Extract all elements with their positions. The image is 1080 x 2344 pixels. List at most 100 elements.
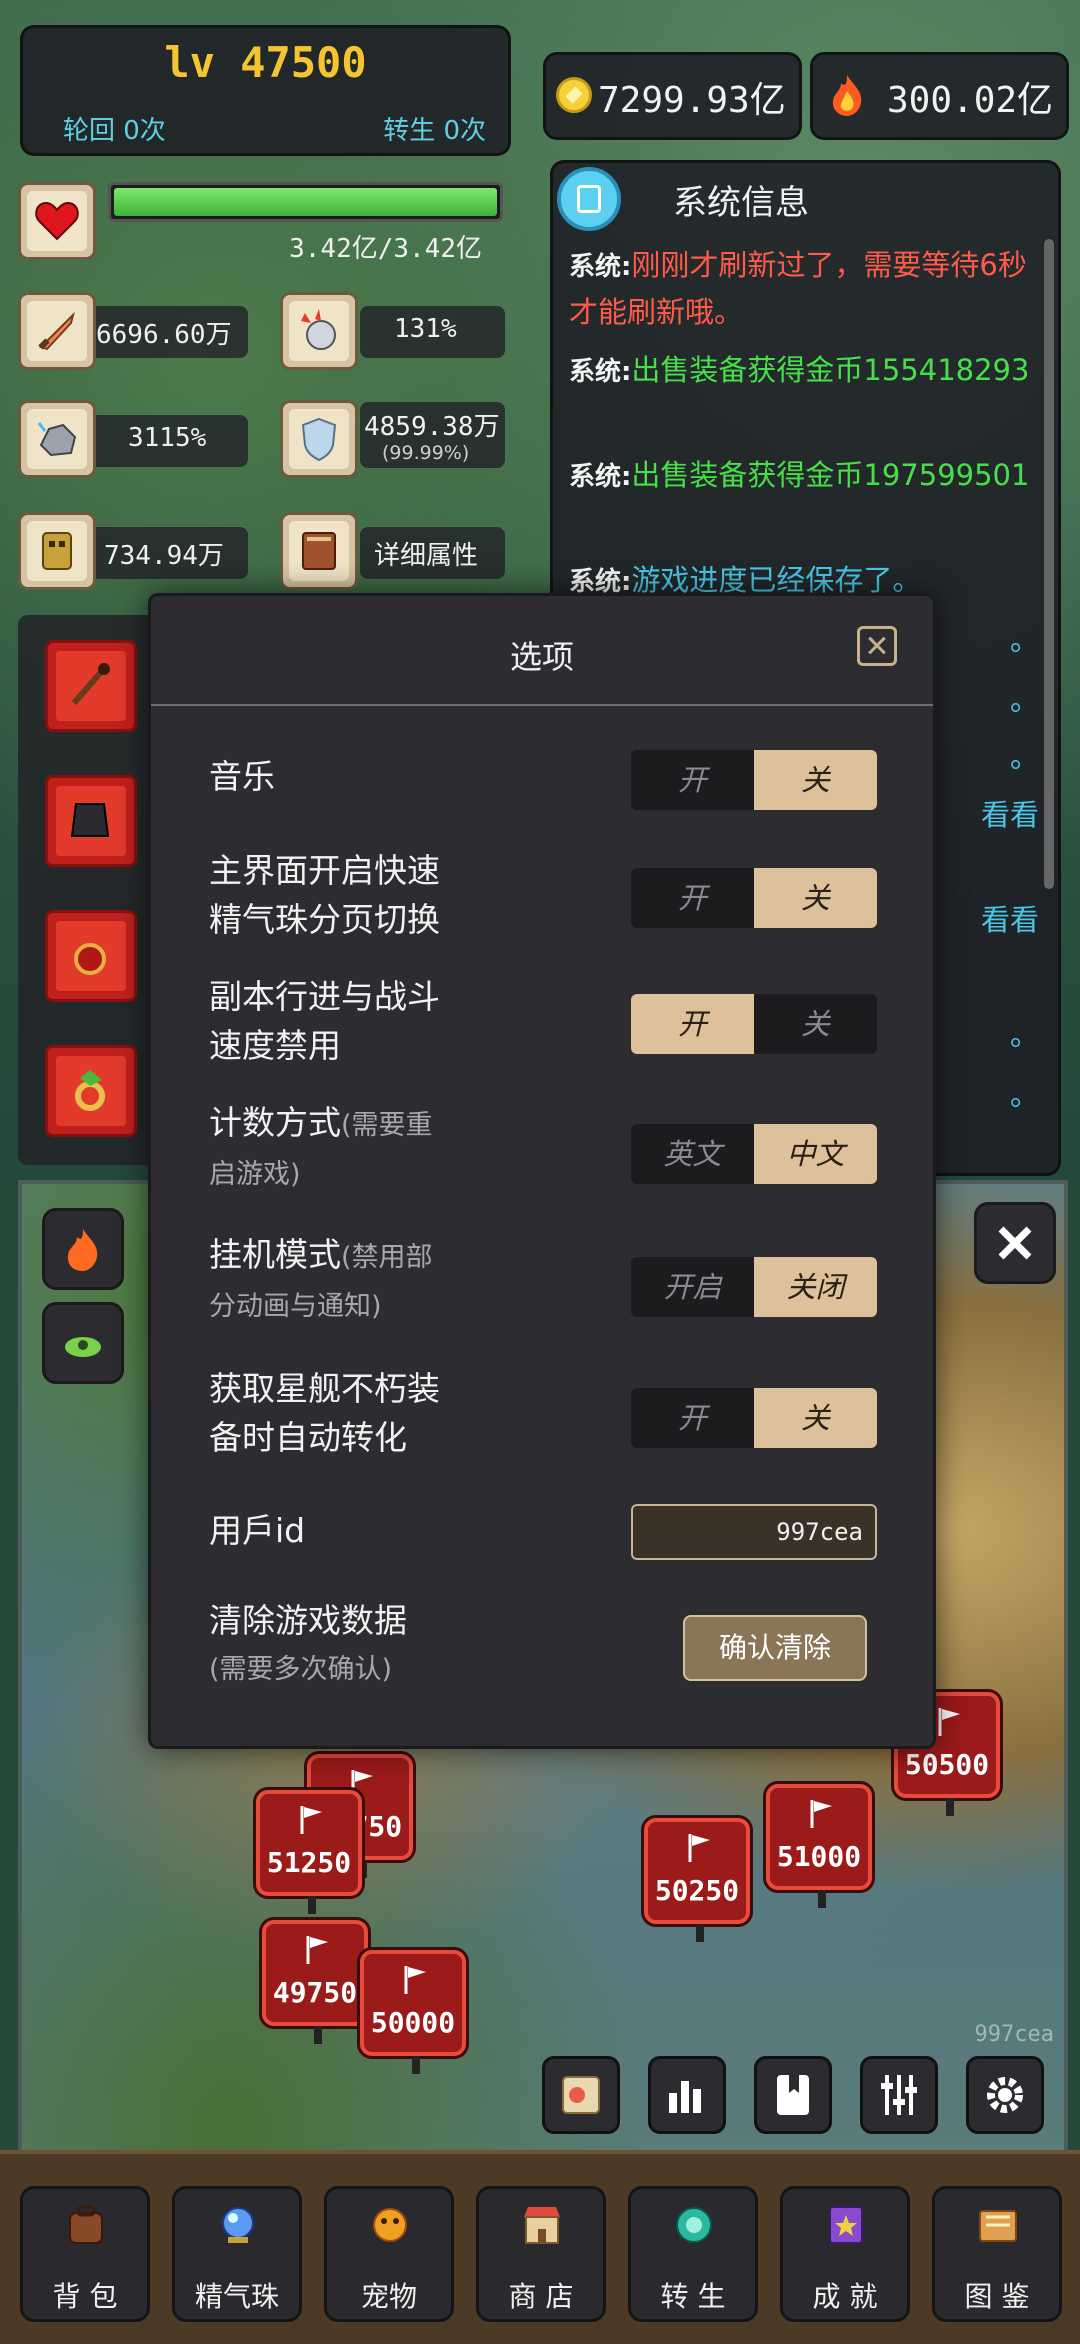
system-message-text: 游戏进度已经保存了。 [631, 563, 922, 597]
nav-shop[interactable]: 商 店 [476, 2186, 606, 2322]
gear-icon [987, 2077, 1023, 2113]
system-info-title: 系统信息 [673, 183, 809, 223]
stage-marker[interactable]: 49750 [262, 1920, 368, 2044]
toggle-on-option[interactable]: 开 [631, 750, 754, 810]
option-label-text: 精气珠分页切换 [209, 900, 440, 939]
equip-slot-armor[interactable] [45, 775, 137, 867]
sliders-button[interactable] [860, 2056, 938, 2134]
impact-icon [301, 309, 336, 350]
toggle-on-option[interactable]: 开 [631, 1388, 754, 1448]
nav-pet[interactable]: 宠物 [324, 2186, 454, 2322]
system-tag: 系统: [569, 252, 632, 282]
auto-convert-toggle[interactable]: 开 关 [631, 1388, 877, 1448]
close-icon[interactable] [857, 626, 897, 666]
nav-label: 商 店 [508, 2280, 574, 2313]
details-button[interactable]: 详细属性 [360, 527, 505, 579]
sword-icon [38, 311, 75, 351]
stage-marker[interactable]: 50000 [360, 1950, 466, 2074]
gallery-button[interactable] [542, 2056, 620, 2134]
toggle-on-option[interactable]: 开 [631, 868, 754, 928]
stage-marker[interactable]: 51000 [766, 1784, 872, 1908]
crit-value: 131% [394, 314, 457, 344]
toggle-english-option[interactable]: 英文 [631, 1124, 754, 1184]
toggle-chinese-option[interactable]: 中文 [754, 1124, 877, 1184]
crit-damage-value: 3115% [128, 423, 207, 453]
close-icon [998, 1226, 1032, 1260]
quick-switch-toggle[interactable]: 开 关 [631, 868, 877, 928]
option-label-text: 备时自动转化 [209, 1418, 407, 1457]
nav-label: 精气珠 [194, 2280, 279, 2313]
nav-achievement[interactable]: 成 就 [780, 2186, 910, 2322]
confirm-clear-button[interactable]: 确认清除 [683, 1615, 867, 1681]
sprout-icon [65, 1337, 101, 1357]
system-scrollbar[interactable] [1044, 239, 1054, 889]
equip-slot-ring[interactable] [45, 1045, 137, 1137]
option-hint: (需要重 [341, 1110, 433, 1141]
stage-number: 50250 [654, 1874, 740, 1907]
music-toggle[interactable]: 开 关 [631, 750, 877, 810]
nav-backpack[interactable]: 背 包 [20, 2186, 150, 2322]
crit-stat: 131% [360, 306, 505, 358]
speed-disable-toggle[interactable]: 开 关 [631, 994, 877, 1054]
user-id-field[interactable]: 997cea [631, 1504, 877, 1560]
stage-marker[interactable]: 50250 [644, 1818, 750, 1942]
staff-icon [71, 663, 110, 705]
toggle-off-option[interactable]: 关闭 [754, 1257, 877, 1317]
toggle-on-option[interactable]: 开启 [631, 1257, 754, 1317]
ring-icon [75, 1070, 105, 1111]
system-message-text: 出售装备获得金币197599501 [631, 458, 1030, 492]
stats-chart-button[interactable] [648, 2056, 726, 2134]
crit-damage-tile [18, 400, 96, 478]
crit-tile [280, 292, 358, 370]
heart-icon [35, 201, 79, 241]
map-pet-button[interactable] [42, 1302, 124, 1384]
nav-label: 背 包 [52, 2280, 118, 2313]
toggle-off-option[interactable]: 关 [754, 1388, 877, 1448]
nav-orb[interactable]: 精气珠 [172, 2186, 302, 2322]
toggle-off-option[interactable]: 关 [754, 868, 877, 928]
player-level: lv 47500 [164, 38, 367, 87]
settings-button[interactable] [966, 2056, 1044, 2134]
rebirth-icon [676, 2207, 712, 2243]
bottom-navigation: 背 包 精气珠 宠物 商 店 转 生 成 就 图 鉴 [0, 2150, 1080, 2344]
sliders-icon [881, 2075, 917, 2115]
orb-icon [222, 2207, 254, 2243]
option-label-text: 副本行进与战斗 [209, 977, 440, 1016]
clear-data-title: 清除游戏数据 [209, 1601, 407, 1640]
flag-icon [810, 1800, 832, 1828]
map-fire-button[interactable] [42, 1208, 124, 1290]
details-tile[interactable] [280, 512, 358, 590]
card-icon [562, 2076, 600, 2114]
option-number-format-label: 计数方式(需要重 启游戏) [209, 1098, 433, 1199]
gold-amount: 7299.93亿 [598, 80, 786, 121]
system-message-text: 刚刚才刷新过了，需要等待6秒才能刷新哦。 [569, 248, 1027, 329]
toggle-on-option[interactable]: 开 [631, 994, 754, 1054]
defense-stat: 4859.38万 (99.99%) [360, 402, 505, 468]
toggle-off-option[interactable]: 关 [754, 994, 877, 1054]
defense-value: 4859.38万 [364, 412, 500, 442]
stage-number: 51250 [266, 1846, 352, 1879]
equip-slot-amulet[interactable] [45, 910, 137, 1002]
system-tag: 系统: [569, 357, 632, 387]
gold-counter: 7299.93亿 [543, 52, 802, 140]
modal-divider [151, 704, 933, 706]
user-id-watermark: 997cea [974, 2022, 1054, 2047]
hp-tile [18, 182, 96, 260]
toggle-off-option[interactable]: 关 [754, 750, 877, 810]
stage-marker[interactable]: 51250 [256, 1790, 362, 1914]
backpack-icon [69, 2205, 103, 2244]
attack-value: 6696.60万 [96, 320, 232, 350]
hp-text: 3.42亿/3.42亿 [289, 234, 482, 264]
equip-slot-weapon[interactable] [45, 640, 137, 732]
flame-counter: 300.02亿 [810, 52, 1069, 140]
hp-bar [108, 182, 503, 222]
shop-icon [524, 2207, 560, 2244]
idle-mode-toggle[interactable]: 开启 关闭 [631, 1257, 877, 1317]
nav-codex[interactable]: 图 鉴 [932, 2186, 1062, 2322]
map-close-button[interactable] [974, 1202, 1056, 1284]
system-message-1: 系统:刚刚才刷新过了，需要等待6秒才能刷新哦。 [569, 243, 1039, 335]
number-format-toggle[interactable]: 英文 中文 [631, 1124, 877, 1184]
nav-rebirth[interactable]: 转 生 [628, 2186, 758, 2322]
flag-icon [300, 1806, 322, 1834]
bookmark-button[interactable] [754, 2056, 832, 2134]
